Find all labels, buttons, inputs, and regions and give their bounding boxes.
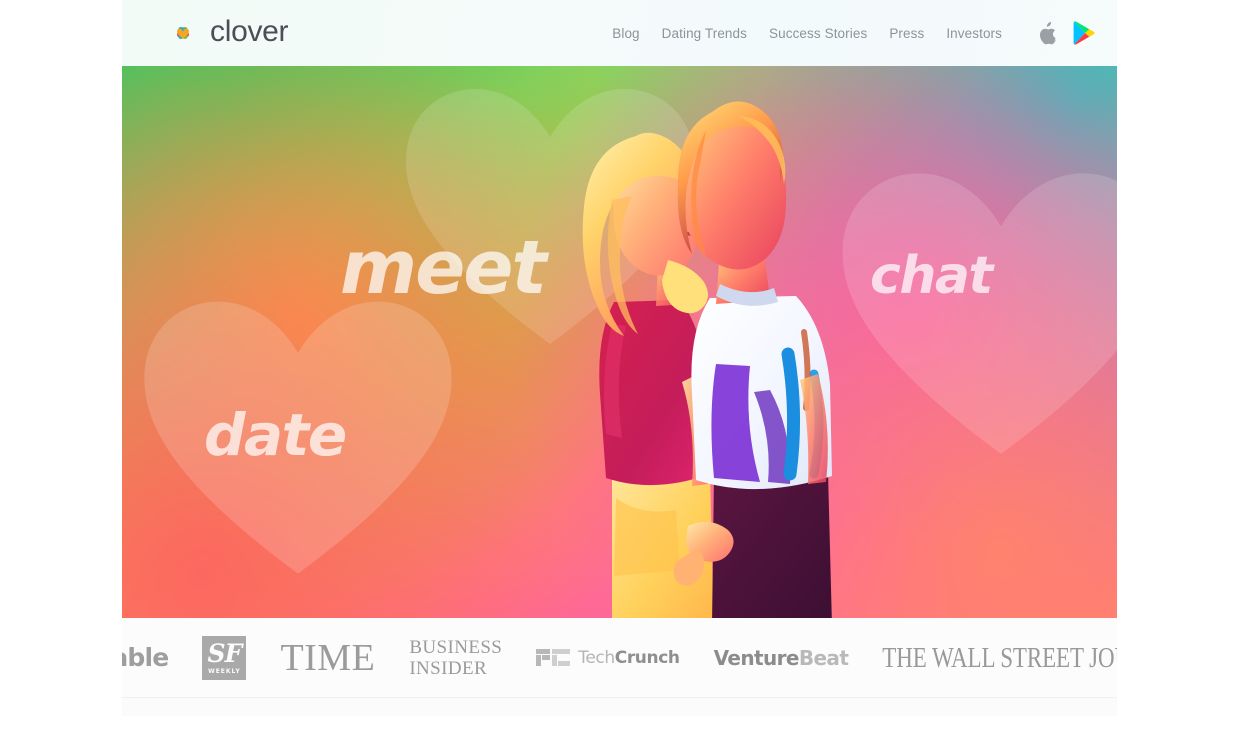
main-navigation: Blog Dating Trends Success Stories Press… bbox=[612, 21, 1095, 45]
nav-item-blog[interactable]: Blog bbox=[612, 26, 639, 41]
hero-banner[interactable]: meet chat date bbox=[122, 66, 1117, 618]
hero-word-date: date bbox=[204, 401, 347, 469]
site-container: clover Blog Dating Trends Success Storie… bbox=[122, 0, 1117, 745]
nav-item-success-stories[interactable]: Success Stories bbox=[769, 26, 867, 41]
site-header: clover Blog Dating Trends Success Storie… bbox=[122, 0, 1117, 66]
google-play-store-icon[interactable] bbox=[1073, 21, 1095, 45]
press-logo-time[interactable]: TIME bbox=[280, 639, 375, 677]
sf-weekly-mark: SF bbox=[207, 638, 243, 668]
press-logo-mashable[interactable]: Mashable bbox=[122, 643, 169, 672]
press-logo-business-insider[interactable]: BUSINESS INSIDER bbox=[409, 637, 502, 679]
sf-weekly-sub: WEEKLY bbox=[208, 667, 241, 675]
venturebeat-beat: Beat bbox=[798, 645, 849, 670]
business-insider-line1: BUSINESS bbox=[409, 636, 503, 658]
techcrunch-crunch: Crunch bbox=[614, 647, 680, 668]
nav-item-investors[interactable]: Investors bbox=[946, 26, 1002, 41]
press-logo-venturebeat[interactable]: Venture Beat bbox=[714, 646, 849, 670]
store-badges bbox=[1038, 21, 1095, 45]
clover-heart-logo-icon bbox=[166, 17, 200, 49]
nav-item-press[interactable]: Press bbox=[889, 26, 924, 41]
apple-app-store-icon[interactable] bbox=[1038, 21, 1057, 45]
press-logos-bar: Mashable SF WEEKLY TIME BUSINESS INSIDER bbox=[122, 618, 1117, 698]
press-logo-wall-street-journal[interactable]: THE WALL STREET JOURNAL. bbox=[882, 641, 1117, 674]
brand-name: clover bbox=[210, 14, 289, 48]
techcrunch-tech: Tech bbox=[578, 647, 615, 668]
business-insider-line2: INSIDER bbox=[409, 657, 488, 679]
brand-logo[interactable]: clover bbox=[166, 14, 289, 50]
page-bottom-gap bbox=[0, 716, 1240, 745]
page-root: clover Blog Dating Trends Success Storie… bbox=[0, 0, 1240, 745]
press-logo-sf-weekly[interactable]: SF WEEKLY bbox=[202, 635, 247, 680]
hero-couple-image bbox=[462, 74, 832, 618]
techcrunch-wordmark: TechCrunch bbox=[578, 647, 680, 668]
nav-item-dating-trends[interactable]: Dating Trends bbox=[662, 26, 747, 41]
techcrunch-mark-icon bbox=[536, 649, 571, 666]
press-logo-techcrunch[interactable]: TechCrunch bbox=[536, 647, 680, 668]
venturebeat-venture: Venture bbox=[713, 645, 800, 670]
